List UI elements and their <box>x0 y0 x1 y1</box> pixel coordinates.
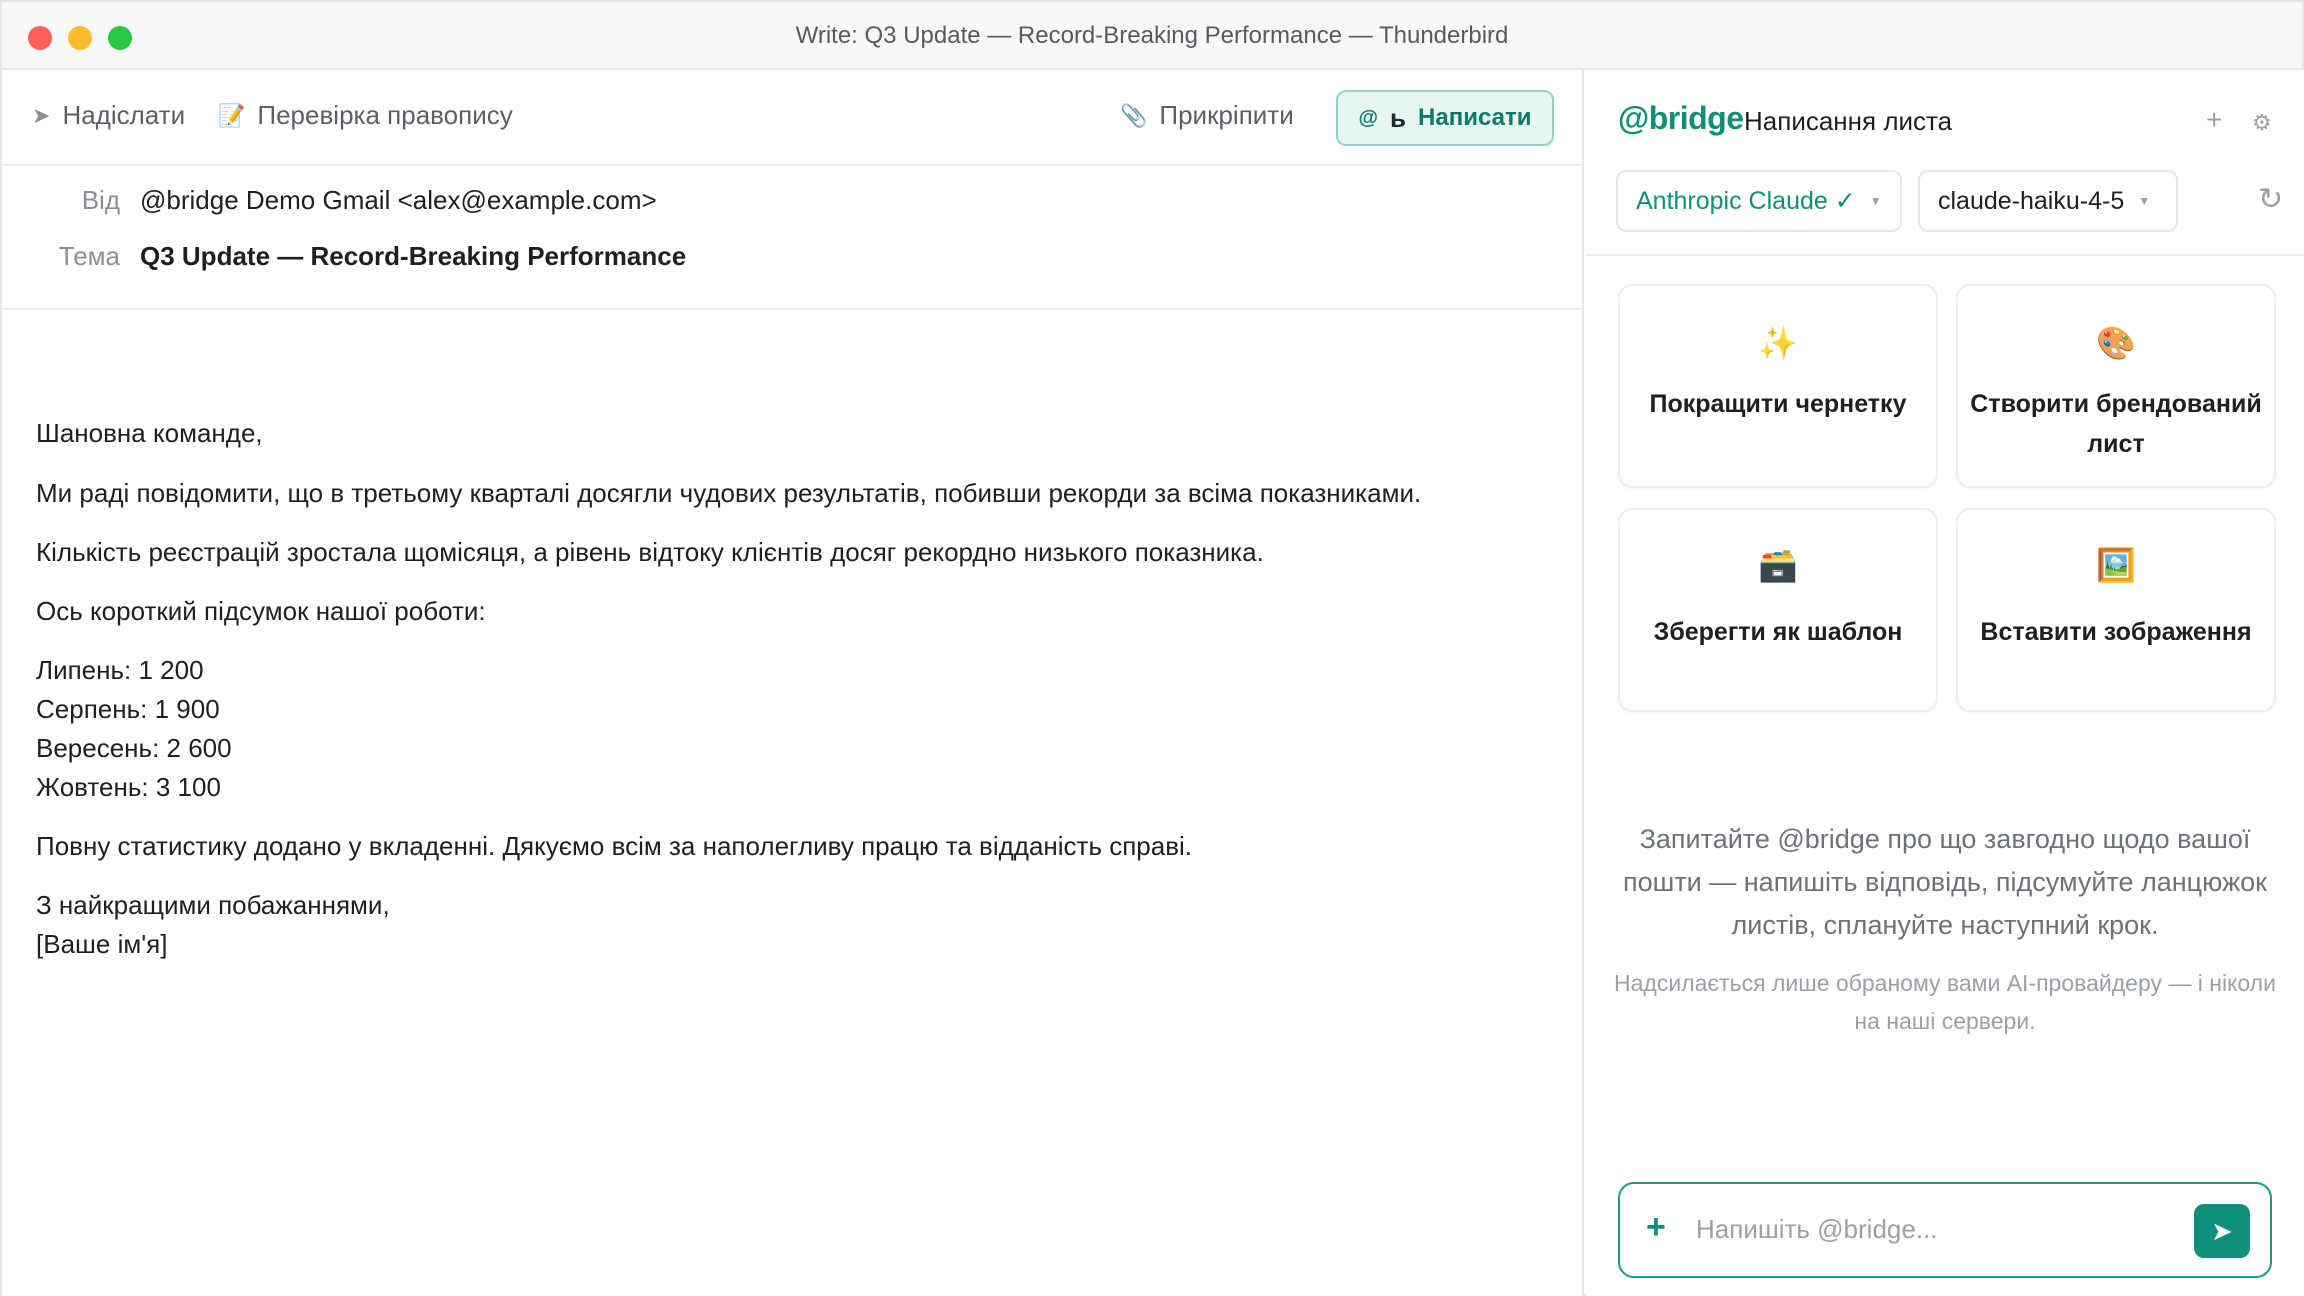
message-headers: Від @bridge Demo Gmail <alex@example.com… <box>2 166 1582 310</box>
stat-line: Липень: 1 200 <box>36 655 204 685</box>
spellcheck-button[interactable]: 📝 Перевірка правопису <box>218 100 513 131</box>
provider-select[interactable]: Anthropic Claude ✓ ▼ <box>1616 170 1902 232</box>
attach-plus-icon[interactable]: + <box>1646 1208 1666 1247</box>
provider-value: Anthropic Claude ✓ <box>1636 187 1856 215</box>
send-arrow-icon: ➤ <box>2211 1215 2233 1246</box>
send-message-button[interactable]: ➤ <box>2194 1204 2250 1258</box>
from-label: Від <box>81 184 120 215</box>
body-paragraph-1: Ми раді повідомити, що в третьому кварта… <box>36 478 1422 508</box>
closing: З найкращими побажаннями, <box>36 890 390 920</box>
improve-draft-label: Покращити чернетку <box>1649 390 1907 418</box>
from-field[interactable]: @bridge Demo Gmail <alex@example.com> <box>140 185 657 216</box>
spellcheck-icon: 📝 <box>218 102 246 128</box>
card-box-icon: 🗃️ <box>1758 547 1798 583</box>
subject-row: Тема Q3 Update — Record-Breaking Perform… <box>2 236 686 276</box>
bridge-at-icon: @ <box>1358 106 1379 129</box>
insert-image-card[interactable]: 🖼️ Вставити зображення <box>1956 508 2276 712</box>
save-template-label: Зберегти як шаблон <box>1653 618 1903 646</box>
body-paragraph-3: Ось короткий підсумок нашої роботи: <box>36 596 486 626</box>
privacy-note: Надсилається лише обраному вами AI-прова… <box>1614 970 2276 1034</box>
compose-window: Write: Q3 Update — Record-Breaking Perfo… <box>0 0 2304 1296</box>
bridge-write-button[interactable]: @ ь Написати <box>1336 90 1554 146</box>
chevron-down-icon: ▼ <box>2138 194 2151 208</box>
attach-button[interactable]: 📎 Прикріпити <box>1120 100 1294 131</box>
bridge-logo: @bridge <box>1618 100 1744 136</box>
chat-input[interactable] <box>1696 1206 2176 1252</box>
chevron-down-icon: ▼ <box>1869 194 1882 208</box>
write-label: Написати <box>1418 104 1532 131</box>
send-button[interactable]: ➤ Надіслати <box>32 100 185 131</box>
from-row: Від @bridge Demo Gmail <alex@example.com… <box>2 180 657 220</box>
bridge-sidebar: @bridge Написання листа + ⚙ Anthropic Cl… <box>1586 70 2304 1296</box>
sidebar-header: @bridge Написання листа + ⚙ Anthropic Cl… <box>1586 70 2304 256</box>
compose-pane: ➤ Надіслати 📝 Перевірка правопису 📎 Прик… <box>2 70 1584 1296</box>
title-bar: Write: Q3 Update — Record-Breaking Perfo… <box>2 2 2302 70</box>
body-paragraph-4: Повну статистику додано у вкладенні. Дяк… <box>36 831 1193 861</box>
improve-draft-card[interactable]: ✨ Покращити чернетку <box>1618 284 1938 488</box>
model-value: claude-haiku-4-5 <box>1938 186 2125 215</box>
stat-line: Жовтень: 3 100 <box>36 772 221 802</box>
subject-label: Тема <box>58 240 120 271</box>
branded-email-card[interactable]: 🎨 Створити брендований лист <box>1956 284 2276 488</box>
sparkles-icon: ✨ <box>1758 325 1798 361</box>
send-label: Надіслати <box>62 100 186 130</box>
model-select[interactable]: claude-haiku-4-5 ▼ <box>1918 170 2178 232</box>
spellcheck-label: Перевірка правопису <box>257 100 513 130</box>
attach-label: Прикріпити <box>1159 100 1294 130</box>
stat-line: Серпень: 1 900 <box>36 694 220 724</box>
refresh-icon[interactable]: ↻ <box>2258 182 2283 217</box>
sidebar-title: Написання листа <box>1744 106 1953 136</box>
chat-composer: + ➤ <box>1618 1182 2272 1278</box>
branded-email-label: Створити брендований лист <box>1970 390 2262 458</box>
greeting: Шановна команде, <box>36 418 263 448</box>
stat-line: Вересень: 2 600 <box>36 733 232 763</box>
subject-field[interactable]: Q3 Update — Record-Breaking Performance <box>140 241 686 272</box>
bridge-b-glyph: ь <box>1390 102 1407 133</box>
window-title: Write: Q3 Update — Record-Breaking Perfo… <box>795 22 1509 49</box>
save-template-card[interactable]: 🗃️ Зберегти як шаблон <box>1618 508 1938 712</box>
settings-gear-icon[interactable]: ⚙ <box>2252 110 2272 136</box>
new-chat-plus-icon[interactable]: + <box>2206 104 2222 136</box>
palette-icon: 🎨 <box>2096 325 2136 361</box>
compose-toolbar: ➤ Надіслати 📝 Перевірка правопису 📎 Прик… <box>2 70 1582 166</box>
signature: [Ваше ім'я] <box>36 929 168 959</box>
empty-state-hint: Запитайте @bridge про що завгодно щодо в… <box>1623 824 2267 940</box>
paperclip-icon: 📎 <box>1120 102 1148 128</box>
body-paragraph-2: Кількість реєстрацій зростала щомісяця, … <box>36 537 1264 567</box>
picture-icon: 🖼️ <box>2096 547 2136 583</box>
send-icon: ➤ <box>32 102 51 128</box>
insert-image-label: Вставити зображення <box>1980 618 2252 646</box>
